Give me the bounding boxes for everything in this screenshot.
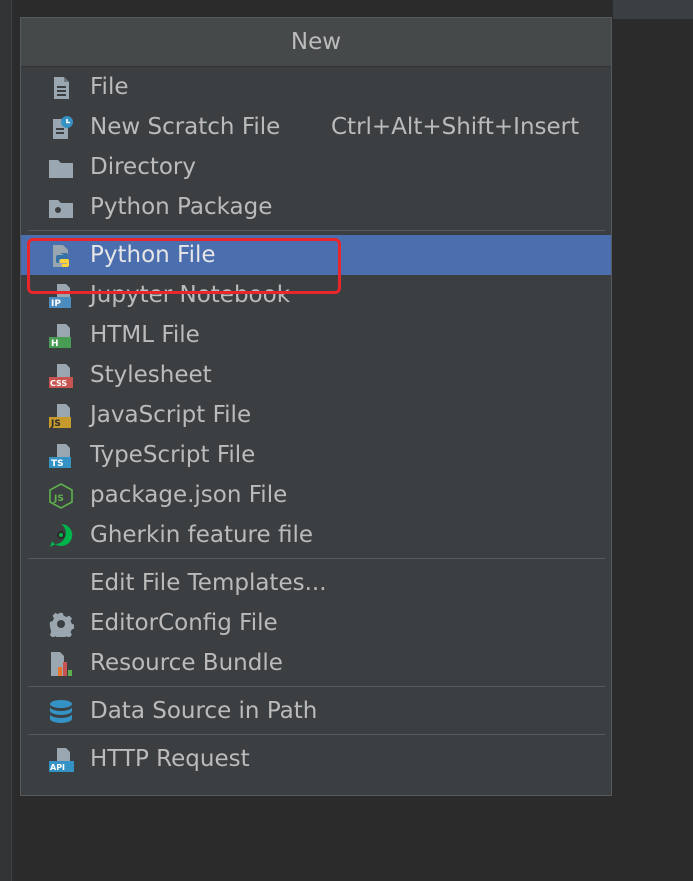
menu-separator bbox=[21, 227, 611, 235]
badge-text: JS bbox=[53, 494, 64, 504]
html-file-icon: H bbox=[49, 324, 71, 349]
menu-item-label: package.json File bbox=[90, 482, 288, 508]
new-menu-popup: New File New Scratch File Ctrl+Alt+Shift… bbox=[20, 17, 612, 796]
menu-item-edit-file-templates[interactable]: Edit File Templates... bbox=[21, 563, 611, 603]
menu-item-label: HTTP Request bbox=[90, 746, 250, 772]
menu-item-label: Python File bbox=[90, 242, 216, 268]
python-file-icon bbox=[53, 245, 69, 267]
badge-text: IP bbox=[51, 299, 61, 309]
menu-item-label: Resource Bundle bbox=[90, 650, 283, 676]
menu-item-package-json-file[interactable]: JS package.json File bbox=[21, 475, 611, 515]
menu-item-editorconfig-file[interactable]: EditorConfig File bbox=[21, 603, 611, 643]
menu-item-python-package[interactable]: Python Package bbox=[21, 187, 611, 227]
gear-icon bbox=[49, 612, 74, 637]
editor-top-band bbox=[613, 0, 693, 19]
badge-text: CSS bbox=[50, 379, 67, 388]
menu-item-label: Edit File Templates... bbox=[90, 570, 327, 596]
menu-item-new-scratch-file[interactable]: New Scratch File Ctrl+Alt+Shift+Insert bbox=[21, 107, 611, 147]
menu-item-python-file[interactable]: Python File bbox=[21, 235, 611, 275]
javascript-file-icon: JS bbox=[49, 404, 71, 429]
gherkin-icon bbox=[50, 523, 73, 547]
menu-item-typescript-file[interactable]: TS TypeScript File bbox=[21, 435, 611, 475]
resource-bundle-icon bbox=[51, 652, 72, 676]
menu-separator bbox=[21, 555, 611, 563]
menu-item-file[interactable]: File bbox=[21, 67, 611, 107]
folder-icon bbox=[49, 160, 73, 178]
badge-text: H bbox=[51, 339, 59, 349]
menu-item-label: Data Source in Path bbox=[90, 698, 318, 724]
menu-item-label: Python Package bbox=[90, 194, 273, 220]
menu-item-jupyter-notebook[interactable]: IP Jupyter Notebook bbox=[21, 275, 611, 315]
http-request-icon: API bbox=[49, 748, 74, 772]
editor-gutter bbox=[0, 0, 12, 881]
menu-separator bbox=[21, 683, 611, 691]
scratch-file-icon bbox=[53, 116, 73, 139]
menu-item-label: Directory bbox=[90, 154, 197, 180]
badge-text: TS bbox=[51, 459, 64, 469]
menu-title: New bbox=[21, 18, 611, 67]
nodejs-icon: JS bbox=[49, 483, 73, 509]
menu-item-javascript-file[interactable]: JS JavaScript File bbox=[21, 395, 611, 435]
menu-item-label: EditorConfig File bbox=[90, 610, 278, 636]
menu-item-label: Gherkin feature file bbox=[90, 522, 313, 548]
menu-items: File New Scratch File Ctrl+Alt+Shift+Ins… bbox=[21, 67, 611, 779]
shortcut-text: Ctrl+Alt+Shift+Insert bbox=[331, 114, 580, 140]
file-icon bbox=[54, 77, 69, 99]
python-package-icon bbox=[49, 200, 73, 218]
menu-item-label: Stylesheet bbox=[90, 362, 212, 388]
menu-item-label: Jupyter Notebook bbox=[90, 282, 291, 308]
badge-text: JS bbox=[50, 419, 61, 429]
menu-item-label: File bbox=[90, 74, 129, 100]
badge-text: API bbox=[50, 763, 65, 772]
database-icon bbox=[50, 700, 72, 723]
menu-item-label: HTML File bbox=[90, 322, 200, 348]
menu-item-html-file[interactable]: H HTML File bbox=[21, 315, 611, 355]
menu-item-resource-bundle[interactable]: Resource Bundle bbox=[21, 643, 611, 683]
menu-item-label: JavaScript File bbox=[90, 402, 252, 428]
menu-item-label: New Scratch File bbox=[90, 114, 281, 140]
menu-separator bbox=[21, 731, 611, 739]
typescript-file-icon: TS bbox=[49, 444, 71, 469]
menu-item-http-request[interactable]: API HTTP Request bbox=[21, 739, 611, 779]
menu-item-stylesheet[interactable]: CSS Stylesheet bbox=[21, 355, 611, 395]
menu-item-directory[interactable]: Directory bbox=[21, 147, 611, 187]
css-file-icon: CSS bbox=[49, 364, 73, 388]
menu-item-data-source-in-path[interactable]: Data Source in Path bbox=[21, 691, 611, 731]
menu-item-gherkin-feature-file[interactable]: Gherkin feature file bbox=[21, 515, 611, 555]
jupyter-notebook-icon: IP bbox=[49, 284, 71, 309]
menu-item-label: TypeScript File bbox=[90, 442, 256, 468]
